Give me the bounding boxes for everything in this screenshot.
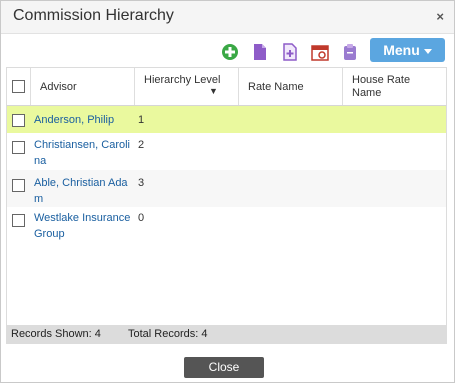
title-bar: Commission Hierarchy × <box>1 1 454 34</box>
close-icon[interactable]: × <box>436 9 444 24</box>
table-row[interactable]: Christiansen, Carolina 2 <box>7 134 446 170</box>
grid-footer: Records Shown: 4 Total Records: 4 <box>7 325 446 343</box>
hierarchy-level-value: 0 <box>138 212 145 224</box>
column-header-rate-name[interactable]: Rate Name <box>239 68 343 105</box>
advisor-link[interactable]: Westlake Insurance Group <box>34 210 132 242</box>
hierarchy-level-value: 2 <box>138 139 145 151</box>
dialog-title: Commission Hierarchy <box>13 7 174 24</box>
advisor-link[interactable]: Anderson, Philip <box>34 112 132 128</box>
table-row[interactable]: Able, Christian Adam 3 <box>7 170 446 207</box>
row-checkbox[interactable] <box>12 179 25 192</box>
chevron-down-icon <box>423 48 432 54</box>
table-row[interactable]: Westlake Insurance Group 0 <box>7 207 446 244</box>
new-document-icon[interactable] <box>280 42 300 62</box>
clipboard-icon[interactable] <box>340 42 360 62</box>
select-all-checkbox[interactable] <box>12 80 25 93</box>
toolbar: Menu <box>1 34 454 66</box>
document-icon[interactable] <box>250 42 270 62</box>
column-header-advisor[interactable]: Advisor <box>31 68 135 105</box>
calendar-icon[interactable] <box>310 42 330 62</box>
close-button[interactable]: Close <box>184 357 264 378</box>
add-icon[interactable] <box>220 42 240 62</box>
select-all-column <box>7 68 31 105</box>
table-row[interactable]: Anderson, Philip 1 <box>7 106 446 133</box>
row-checkbox[interactable] <box>12 114 25 127</box>
hierarchy-level-value: 3 <box>138 177 145 189</box>
grid-header: Advisor Hierarchy Level ▼ Rate Name Hous… <box>7 68 446 106</box>
row-checkbox[interactable] <box>12 141 25 154</box>
menu-button[interactable]: Menu <box>370 38 445 62</box>
row-checkbox[interactable] <box>12 214 25 227</box>
hierarchy-level-value: 1 <box>138 114 145 126</box>
column-header-house-rate-name[interactable]: House Rate Name <box>343 68 446 105</box>
records-shown: Records Shown: 4 <box>11 328 101 340</box>
advisor-grid: Advisor Hierarchy Level ▼ Rate Name Hous… <box>6 67 447 344</box>
menu-button-label: Menu <box>383 42 420 58</box>
column-header-hierarchy-level[interactable]: Hierarchy Level ▼ <box>135 68 239 105</box>
advisor-link[interactable]: Christiansen, Carolina <box>34 137 132 169</box>
sort-descending-icon: ▼ <box>209 86 218 96</box>
advisor-link[interactable]: Able, Christian Adam <box>34 175 132 207</box>
commission-hierarchy-dialog: Commission Hierarchy × Menu Advisor Hier… <box>0 0 455 383</box>
total-records: Total Records: 4 <box>128 328 208 340</box>
